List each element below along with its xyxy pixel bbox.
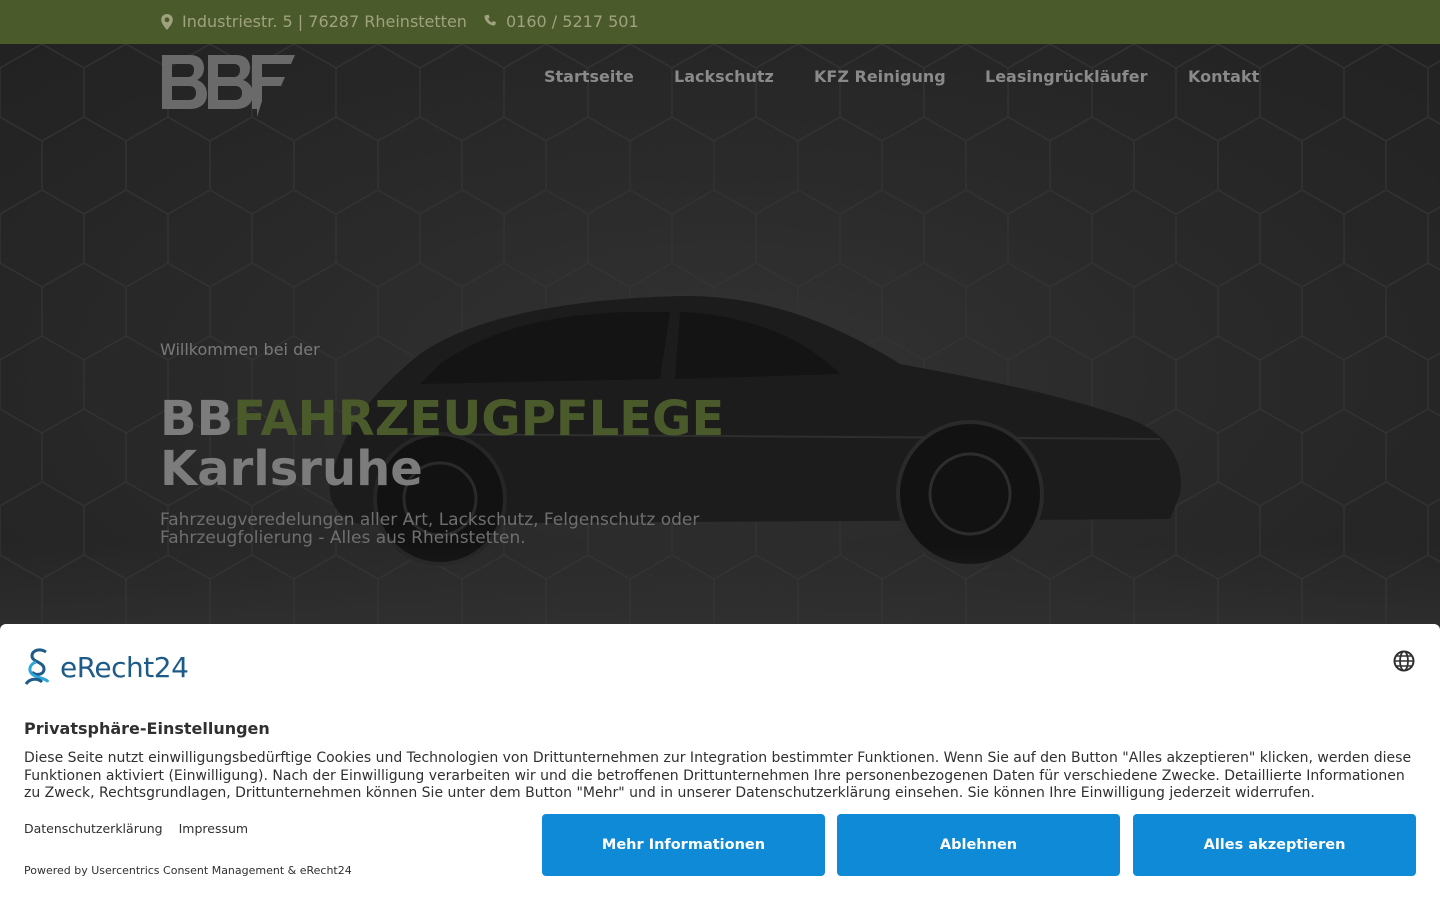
consent-description: Diese Seite nutzt einwilligungsbedürftig… <box>24 750 1412 802</box>
hero-welcome-text: Willkommen bei der <box>160 340 320 359</box>
headline-fahrzeugpflege: FAHRZEUGPFLEGE <box>233 391 725 447</box>
decline-button[interactable]: Ablehnen <box>837 814 1120 876</box>
consent-links: Datenschutzerklärung Impressum <box>24 821 260 836</box>
phone-icon <box>484 14 496 26</box>
hero-section: Startseite Lackschutz KFZ Reinigung Leas… <box>0 44 1440 644</box>
consent-title: Privatsphäre-Einstellungen <box>24 719 270 738</box>
privacy-policy-link[interactable]: Datenschutzerklärung <box>24 821 163 836</box>
map-marker-icon <box>161 13 173 30</box>
headline-karlsruhe: Karlsruhe <box>160 441 423 497</box>
erecht24-brand-text: eRecht24 <box>60 650 189 684</box>
phone-item[interactable]: 0160 / 5217 501 <box>483 12 639 31</box>
hero-subline: Fahrzeugveredelungen aller Art, Lackschu… <box>160 510 700 548</box>
address-text: Industriestr. 5 | 76287 Rheinstetten <box>182 12 467 31</box>
nav-leasingruecklaeufer[interactable]: Leasingrückläufer <box>985 67 1147 86</box>
cookie-consent-banner: eRecht24 Privatsphäre-Einstellungen Dies… <box>0 624 1440 900</box>
erecht24-logo: eRecht24 <box>24 648 189 686</box>
powered-by-text: Powered by Usercentrics Consent Manageme… <box>24 864 352 877</box>
more-information-button[interactable]: Mehr Informationen <box>542 814 825 876</box>
headline-bb: BB <box>160 391 234 447</box>
nav-startseite[interactable]: Startseite <box>544 67 634 86</box>
top-info-bar: Industriestr. 5 | 76287 Rheinstetten 016… <box>0 0 1440 44</box>
nav-kontakt[interactable]: Kontakt <box>1188 67 1259 86</box>
erecht24-paragraph-icon <box>24 648 50 685</box>
language-globe-icon[interactable] <box>1393 650 1415 672</box>
phone-text[interactable]: 0160 / 5217 501 <box>506 12 639 31</box>
accept-all-button[interactable]: Alles akzeptieren <box>1133 814 1416 876</box>
hero-headline: BBFAHRZEUGPFLEGE Karlsruhe <box>160 394 724 494</box>
main-navigation: Startseite Lackschutz KFZ Reinigung Leas… <box>0 67 1440 87</box>
nav-kfz-reinigung[interactable]: KFZ Reinigung <box>814 67 946 86</box>
nav-lackschutz[interactable]: Lackschutz <box>674 67 774 86</box>
address-item: Industriestr. 5 | 76287 Rheinstetten <box>160 12 467 31</box>
imprint-link[interactable]: Impressum <box>179 821 248 836</box>
